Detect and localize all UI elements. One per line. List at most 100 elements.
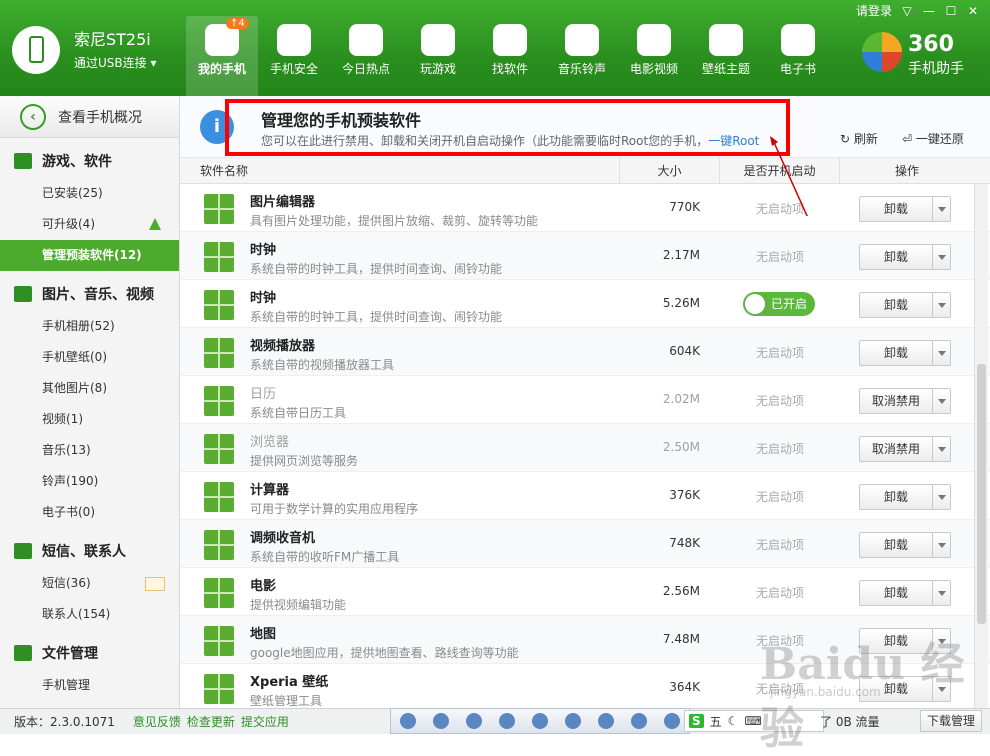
action-label[interactable]: 卸载 [860, 533, 932, 557]
table-row[interactable]: 视频播放器 系统自带的视频播放器工具 604K 无启动项 卸载 [180, 328, 990, 376]
sidebar-item-wallpaper[interactable]: 手机壁纸(0) [0, 342, 179, 373]
chevron-down-icon[interactable] [932, 341, 950, 365]
main-panel: i 管理您的手机预装软件 您可以在此进行禁用、卸载和关闭开机自启动操作（此功能需… [180, 96, 990, 712]
chevron-down-icon[interactable] [932, 389, 950, 413]
table-row[interactable]: 日历 系统自带日历工具 2.02M 无启动项 取消禁用 [180, 376, 990, 424]
column-size[interactable]: 大小 [620, 157, 720, 184]
table-row[interactable]: 时钟 系统自带的时钟工具，提供时间查询、闹铃功能 5.26M 已开启 卸载 [180, 280, 990, 328]
sidebar-item-ringtone[interactable]: 铃声(190) [0, 466, 179, 497]
chevron-down-icon[interactable] [932, 293, 950, 317]
autostart-status: 无启动项 [755, 442, 804, 456]
table-row[interactable]: 电影 提供视频编辑功能 2.56M 无启动项 卸载 [180, 568, 990, 616]
nav-security[interactable]: 手机安全 [258, 16, 330, 96]
table-row[interactable]: 调频收音机 系统自带的收听FM广播工具 748K 无启动项 卸载 [180, 520, 990, 568]
chevron-down-icon[interactable] [932, 437, 950, 461]
sidebar-item-music[interactable]: 音乐(13) [0, 435, 179, 466]
close-icon[interactable]: ✕ [966, 4, 980, 18]
action-label[interactable]: 卸载 [860, 197, 932, 221]
action-button[interactable]: 取消禁用 [859, 388, 951, 414]
submit-app-link[interactable]: 提交应用 [241, 713, 289, 730]
refresh-button[interactable]: ↻ 刷新 [840, 130, 878, 147]
action-button[interactable]: 卸载 [859, 196, 951, 222]
refresh-icon: ↻ [840, 132, 851, 146]
autostart-toggle[interactable]: 已开启 [743, 292, 815, 316]
section-title: 短信、联系人 [42, 544, 126, 560]
chevron-down-icon[interactable] [932, 581, 950, 605]
action-label[interactable]: 卸载 [860, 581, 932, 605]
maximize-icon[interactable]: ☐ [944, 4, 958, 18]
nav-ebook[interactable]: 电子书 [762, 16, 834, 96]
nav-software[interactable]: 找软件 [474, 16, 546, 96]
tool-icon[interactable] [631, 713, 648, 729]
nav-label: 我的手机 [197, 62, 246, 76]
action-button[interactable]: 取消禁用 [859, 436, 951, 462]
device-info[interactable]: 索尼ST25i 通过USB连接 ▾ [8, 22, 176, 78]
app-icon [204, 482, 234, 512]
table-row[interactable]: 图片编辑器 具有图片处理功能，提供图片放缩、裁剪、旋转等功能 770K 无启动项 卸载 [180, 184, 990, 232]
chat-icon[interactable] [664, 713, 681, 729]
menu-icon[interactable]: ▽ [900, 4, 914, 18]
autostart-status: 无启动项 [755, 586, 804, 600]
sidebar-item-installed[interactable]: 已安装(25) [0, 178, 179, 209]
action-button[interactable]: 卸载 [859, 484, 951, 510]
chevron-down-icon[interactable] [932, 533, 950, 557]
chevron-down-icon[interactable] [932, 485, 950, 509]
nav-games[interactable]: 玩游戏 [402, 16, 474, 96]
app-icon [204, 338, 234, 368]
overview-button[interactable]: ‹ 查看手机概况 [0, 96, 179, 138]
arrow-up-icon [149, 218, 161, 230]
table-row[interactable]: 时钟 系统自带的时钟工具，提供时间查询、闹铃功能 2.17M 无启动项 卸载 [180, 232, 990, 280]
table-header: 软件名称 大小 是否开机启动 操作 [180, 157, 990, 184]
play-icon[interactable] [399, 713, 416, 729]
connection-status[interactable]: 通过USB连接 ▾ [74, 54, 156, 71]
nav-hot[interactable]: 今日热点 [330, 16, 402, 96]
mail-icon[interactable] [598, 713, 615, 729]
page-title: 管理您的手机预装软件 [261, 111, 422, 130]
section-games-software: 游戏、软件 [0, 144, 179, 178]
column-name[interactable]: 软件名称 [180, 157, 620, 184]
table-row[interactable]: 浏览器 提供网页浏览等服务 2.50M 无启动项 取消禁用 [180, 424, 990, 472]
action-button[interactable]: 卸载 [859, 292, 951, 318]
sidebar-item-video[interactable]: 视频(1) [0, 404, 179, 435]
scroll-thumb[interactable] [977, 364, 986, 624]
chevron-down-icon[interactable] [932, 197, 950, 221]
autostart-status: 无启动项 [755, 250, 804, 264]
nav-wallpaper[interactable]: 壁纸主题 [690, 16, 762, 96]
action-label[interactable]: 卸载 [860, 245, 932, 269]
table-row[interactable]: 计算器 可用于数学计算的实用应用程序 376K 无启动项 卸载 [180, 472, 990, 520]
feedback-link[interactable]: 意见反馈 [133, 713, 181, 730]
clock-icon[interactable] [565, 713, 582, 729]
image-icon[interactable] [531, 713, 548, 729]
chevron-down-icon[interactable] [932, 245, 950, 269]
minimize-icon[interactable]: — [922, 4, 936, 18]
login-link[interactable]: 请登录 [856, 2, 892, 19]
app-icon [204, 386, 234, 416]
sidebar-item-album[interactable]: 手机相册(52) [0, 311, 179, 342]
action-label[interactable]: 取消禁用 [860, 389, 932, 413]
sidebar-item-sms[interactable]: 短信(36) [0, 568, 179, 599]
app-description: 壁纸管理工具 [250, 694, 323, 708]
sidebar-item-upgradable[interactable]: 可升级(4) [0, 209, 179, 240]
action-label[interactable]: 卸载 [860, 293, 932, 317]
action-label[interactable]: 取消禁用 [860, 437, 932, 461]
action-button[interactable]: 卸载 [859, 244, 951, 270]
user-icon[interactable] [432, 713, 449, 729]
nav-music[interactable]: 音乐铃声 [546, 16, 618, 96]
action-button[interactable]: 卸载 [859, 532, 951, 558]
nav-video[interactable]: 电影视频 [618, 16, 690, 96]
action-button[interactable]: 卸载 [859, 580, 951, 606]
sidebar-item-other-pictures[interactable]: 其他图片(8) [0, 373, 179, 404]
action-label[interactable]: 卸载 [860, 485, 932, 509]
action-label[interactable]: 卸载 [860, 341, 932, 365]
nav-my-phone[interactable]: ↑4 我的手机 [186, 16, 258, 96]
sidebar-item-ebook[interactable]: 电子书(0) [0, 497, 179, 528]
check-update-link[interactable]: 检查更新 [187, 713, 235, 730]
sidebar-item-contacts[interactable]: 联系人(154) [0, 599, 179, 630]
action-button[interactable]: 卸载 [859, 340, 951, 366]
root-link[interactable]: 一键Root [708, 134, 759, 148]
search-icon[interactable] [465, 713, 482, 729]
sidebar-item-phone-manage[interactable]: 手机管理 [0, 670, 179, 701]
sidebar-item-preinstalled[interactable]: 管理预装软件(12) [0, 240, 179, 271]
restore-button[interactable]: ⏎ 一键还原 [902, 130, 964, 147]
cloud-icon[interactable] [498, 713, 515, 729]
